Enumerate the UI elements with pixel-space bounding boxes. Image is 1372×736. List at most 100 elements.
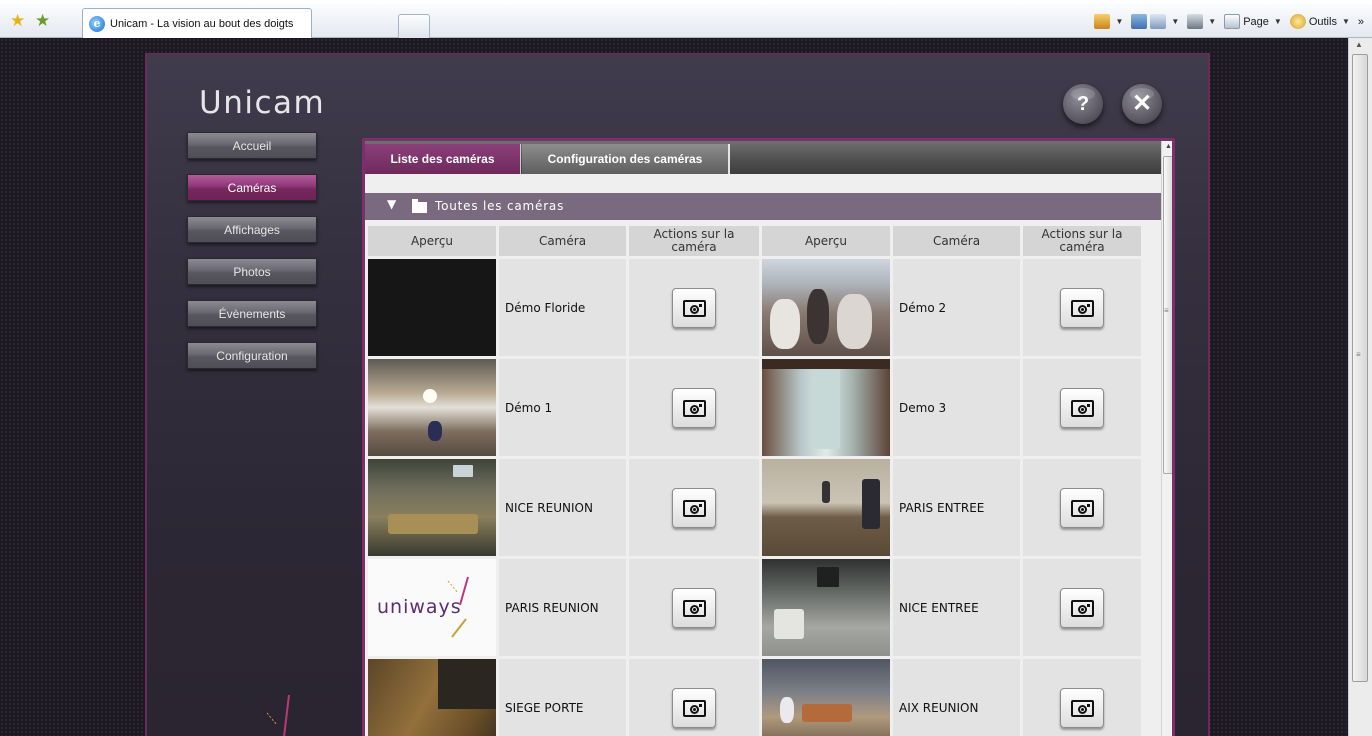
tab-bar: Liste des caméras Configuration des camé… xyxy=(365,141,1161,174)
favorites-star-icon[interactable]: ★ xyxy=(10,12,25,30)
camera-preview-image[interactable] xyxy=(368,359,496,456)
camera-preview-image[interactable] xyxy=(762,459,890,556)
camera-icon xyxy=(683,299,706,317)
snapshot-button[interactable] xyxy=(1060,587,1104,628)
nav-photos[interactable]: Photos xyxy=(187,258,317,285)
camera-preview-image[interactable] xyxy=(368,259,496,356)
camera-name: PARIS REUNION xyxy=(499,559,626,656)
snapshot-button[interactable] xyxy=(1060,387,1104,428)
scroll-up-icon[interactable]: ▲ xyxy=(1355,40,1363,49)
camera-preview-image[interactable] xyxy=(368,659,496,736)
page-dropdown-icon[interactable]: ▼ xyxy=(1274,17,1282,26)
snapshot-button[interactable] xyxy=(1060,287,1104,328)
tools-menu[interactable]: Outils xyxy=(1309,16,1337,28)
camera-name: Demo 3 xyxy=(893,359,1020,456)
camera-preview-image[interactable] xyxy=(762,259,890,356)
page-icon xyxy=(1224,14,1241,29)
panel-scrollbar[interactable]: ▲ ≡ xyxy=(1161,141,1172,736)
camera-icon xyxy=(683,499,706,517)
camera-preview-image[interactable] xyxy=(762,559,890,656)
camera-icon xyxy=(1071,299,1094,317)
print-dropdown-icon[interactable]: ▼ xyxy=(1208,17,1216,26)
snapshot-button[interactable] xyxy=(672,487,716,528)
new-tab-button[interactable] xyxy=(398,14,430,38)
camera-name: NICE REUNION xyxy=(499,459,626,556)
page-menu[interactable]: Page xyxy=(1243,16,1269,28)
content-panel: Liste des caméras Configuration des camé… xyxy=(362,138,1175,736)
tab-camera-list[interactable]: Liste des caméras xyxy=(365,144,521,174)
camera-name: PARIS ENTREE xyxy=(893,459,1020,556)
browser-command-bar: ▼ ▼ ▼ Page ▼ Outils ▼ » xyxy=(1094,14,1364,29)
camera-action-cell xyxy=(1023,359,1141,456)
tab-camera-configuration[interactable]: Configuration des caméras xyxy=(522,144,730,174)
page-scrollbar[interactable]: ▲ ≡ xyxy=(1348,38,1372,736)
page-background: ▲ ≡ Unicam ? ✕ Accueil Caméras Affichage… xyxy=(0,38,1372,736)
folder-label: Toutes les caméras xyxy=(435,199,565,213)
camera-preview-image[interactable] xyxy=(368,459,496,556)
camera-preview-image[interactable] xyxy=(762,359,890,456)
nav-evenements[interactable]: Évènements xyxy=(187,300,317,327)
nav-affichages[interactable]: Affichages xyxy=(187,216,317,243)
camera-preview-cell[interactable] xyxy=(368,359,496,456)
camera-action-cell xyxy=(1023,459,1141,556)
page-scroll-thumb[interactable] xyxy=(1352,54,1368,682)
camera-icon xyxy=(1071,499,1094,517)
snapshot-button[interactable] xyxy=(672,687,716,728)
camera-action-cell xyxy=(1023,559,1141,656)
folder-header[interactable]: ▼ Toutes les caméras xyxy=(365,193,1161,220)
camera-preview-cell[interactable] xyxy=(762,459,890,556)
table-row: SIEGE PORTE AIX REUNION xyxy=(368,659,1141,736)
help-button[interactable]: ? xyxy=(1063,84,1103,124)
panel-scroll-thumb[interactable] xyxy=(1163,156,1172,474)
mail-dropdown-icon[interactable]: ▼ xyxy=(1171,17,1179,26)
table-row: uniways PARIS REUNION NICE ENTREE xyxy=(368,559,1141,656)
feeds-icon[interactable] xyxy=(1131,14,1148,29)
print-icon[interactable] xyxy=(1187,14,1204,29)
scroll-up-icon[interactable]: ▲ xyxy=(1165,143,1172,150)
column-header: Actions sur la caméra xyxy=(1023,226,1141,256)
snapshot-button[interactable] xyxy=(672,287,716,328)
table-row: Démo Floride Démo 2 xyxy=(368,259,1141,356)
home-dropdown-icon[interactable]: ▼ xyxy=(1115,17,1123,26)
camera-preview-cell[interactable] xyxy=(762,559,890,656)
camera-preview-cell[interactable] xyxy=(762,359,890,456)
camera-action-cell xyxy=(629,359,759,456)
camera-action-cell xyxy=(629,459,759,556)
browser-tab[interactable]: e Unicam - La vision au bout des doigts xyxy=(82,8,312,38)
camera-icon xyxy=(1071,599,1094,617)
camera-name: Démo 2 xyxy=(893,259,1020,356)
close-button[interactable]: ✕ xyxy=(1122,84,1162,124)
camera-preview-cell[interactable]: uniways xyxy=(368,559,496,656)
column-header: Caméra xyxy=(499,226,626,256)
uniways-logo-text: uniways xyxy=(377,596,462,618)
camera-preview-cell[interactable] xyxy=(368,459,496,556)
camera-preview-cell[interactable] xyxy=(368,659,496,736)
camera-preview-cell[interactable] xyxy=(368,259,496,356)
camera-preview-cell[interactable] xyxy=(762,259,890,356)
camera-name: SIEGE PORTE xyxy=(499,659,626,736)
tools-dropdown-icon[interactable]: ▼ xyxy=(1342,17,1350,26)
snapshot-button[interactable] xyxy=(1060,487,1104,528)
collapse-triangle-icon[interactable]: ▼ xyxy=(387,197,397,211)
add-favorites-icon[interactable]: ★ xyxy=(35,12,50,30)
browser-tab-title: Unicam - La vision au bout des doigts xyxy=(110,17,294,30)
camera-name: NICE ENTREE xyxy=(893,559,1020,656)
snapshot-button[interactable] xyxy=(1060,687,1104,728)
camera-icon xyxy=(683,699,706,717)
snapshot-button[interactable] xyxy=(672,587,716,628)
column-header: Caméra xyxy=(893,226,1020,256)
nav-configuration[interactable]: Configuration xyxy=(187,342,317,369)
camera-preview-cell[interactable] xyxy=(762,659,890,736)
camera-preview-image[interactable]: uniways xyxy=(368,559,496,656)
chevron-more-icon[interactable]: » xyxy=(1358,16,1364,28)
column-header: Aperçu xyxy=(368,226,496,256)
brand-mark-icon xyxy=(267,695,290,736)
snapshot-button[interactable] xyxy=(672,387,716,428)
nav-cameras[interactable]: Caméras xyxy=(187,174,317,201)
camera-table: Aperçu Caméra Actions sur la caméra Aper… xyxy=(365,223,1144,736)
nav-accueil[interactable]: Accueil xyxy=(187,132,317,159)
read-mail-icon[interactable] xyxy=(1150,14,1167,29)
camera-action-cell xyxy=(629,259,759,356)
home-icon[interactable] xyxy=(1094,14,1111,29)
camera-preview-image[interactable] xyxy=(762,659,890,736)
